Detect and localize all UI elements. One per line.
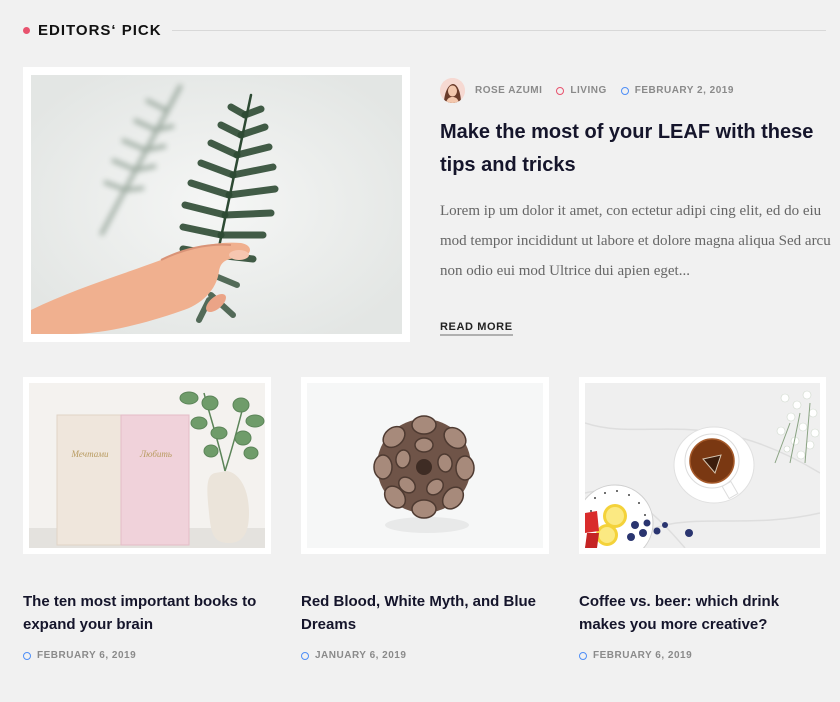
- coffee-image: [585, 383, 820, 548]
- date-ring-icon: [23, 651, 31, 660]
- featured-image-frame[interactable]: [23, 67, 410, 342]
- featured-excerpt: Lorem ip um dolor it amet, con ectetur a…: [440, 203, 831, 279]
- featured-title[interactable]: Make the most of your LEAF with these ti…: [440, 116, 830, 182]
- category-link[interactable]: LIVING: [556, 85, 606, 96]
- card-date: JANUARY 6, 2019: [301, 650, 406, 661]
- card-date: FEBRUARY 6, 2019: [23, 650, 136, 661]
- card-image-frame[interactable]: Мечтами Любить: [23, 377, 271, 554]
- card-image-frame[interactable]: [579, 377, 826, 554]
- read-more-link[interactable]: READ MORE: [440, 321, 513, 336]
- author-name[interactable]: ROSE AZUMI: [475, 85, 542, 96]
- author-avatar[interactable]: [440, 78, 465, 103]
- section-divider: [171, 29, 826, 31]
- section-header: EDITORS‘ PICK: [23, 18, 826, 42]
- card-title[interactable]: Red Blood, White Myth, and Blue Dreams: [301, 590, 551, 636]
- books-image: Мечтами Любить: [29, 383, 265, 548]
- section-title: EDITORS‘ PICK: [38, 21, 162, 39]
- card-date: FEBRUARY 6, 2019: [579, 650, 692, 661]
- pinecone-image: [307, 383, 543, 548]
- date-ring-icon: [301, 651, 309, 660]
- category-ring-icon: [556, 86, 565, 95]
- featured-image: [31, 75, 402, 334]
- section-dot: [23, 26, 30, 34]
- featured-meta: ROSE AZUMI LIVING FEBRUARY 2, 2019: [440, 78, 734, 103]
- card-image-frame[interactable]: [301, 377, 549, 554]
- book1-title: Мечтами: [71, 449, 109, 459]
- date-ring-icon: [620, 86, 629, 95]
- card-title[interactable]: Coffee vs. beer: which drink makes you m…: [579, 590, 829, 636]
- card-title[interactable]: The ten most important books to expand y…: [23, 590, 273, 636]
- book2-title: Любить: [139, 449, 172, 459]
- date-ring-icon: [579, 651, 587, 660]
- post-date: FEBRUARY 2, 2019: [620, 85, 734, 96]
